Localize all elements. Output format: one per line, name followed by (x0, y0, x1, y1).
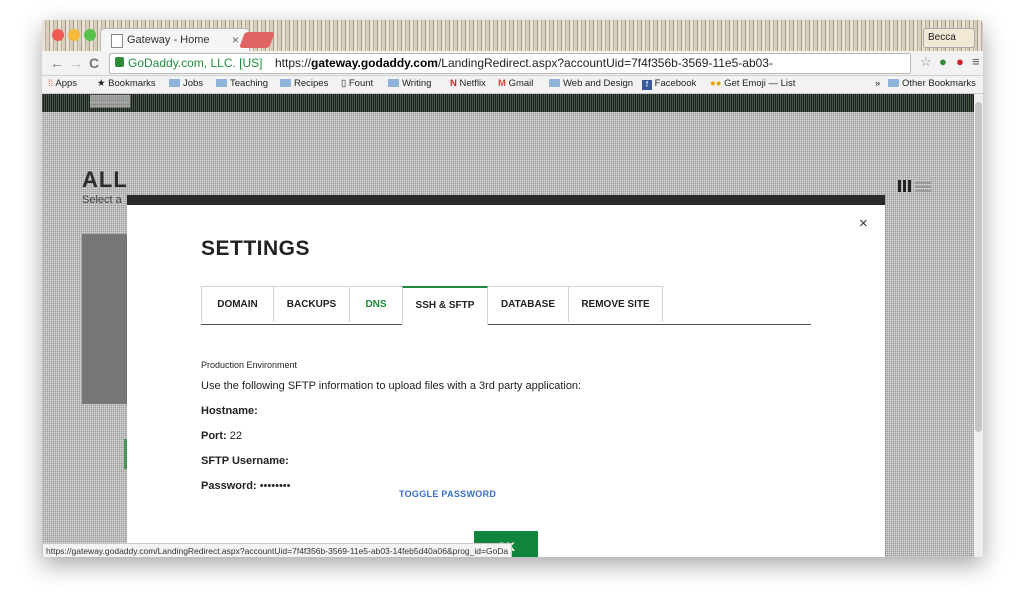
url-prefix: https:// (275, 56, 312, 70)
bookmark-label: Web and Design (563, 78, 634, 89)
browser-tab[interactable]: Gateway - Home × (100, 28, 250, 52)
hostname-label: Hostname: (201, 405, 258, 417)
folder-icon (888, 79, 899, 87)
tab-title: Gateway - Home (127, 34, 210, 46)
bookmark-label: Apps (55, 78, 78, 89)
pin-icon[interactable]: ● (939, 54, 947, 69)
scrollbar-thumb[interactable] (975, 102, 982, 432)
facebook-icon: f (642, 80, 652, 90)
modal-title: SETTINGS (201, 237, 311, 260)
password-row: Password: •••••••• (201, 480, 291, 492)
title-bar: Gateway - Home × Becca (42, 20, 983, 52)
folder-icon (169, 79, 180, 87)
page-icon (111, 34, 123, 48)
folder-icon (280, 79, 291, 87)
bookmark-label: Get Emoji — List (724, 78, 796, 89)
toggle-password-link[interactable]: TOGGLE PASSWORD (399, 489, 496, 499)
close-window-button[interactable] (52, 29, 64, 41)
page-icon: ▯ (341, 78, 347, 89)
scrollbar[interactable] (974, 94, 983, 557)
maximize-window-button[interactable] (84, 29, 96, 41)
bookmark-label: Facebook (654, 78, 697, 89)
username-row: SFTP Username: (201, 455, 289, 467)
folder-icon (388, 79, 399, 87)
secure-label: GoDaddy.com, LLC. [US] (128, 56, 263, 70)
bookmark-other[interactable]: Other Bookmarks (888, 78, 976, 89)
bookmark-bookmarks[interactable]: ★ Bookmarks (97, 78, 156, 89)
bookmark-label: Fount (348, 78, 374, 89)
bookmarks-overflow-button[interactable]: » (875, 78, 880, 89)
bookmarks-bar: ⁞⁞ Apps ★ Bookmarks Jobs Teaching Recipe… (42, 76, 983, 94)
bookmark-teaching[interactable]: Teaching (216, 78, 268, 89)
url-host: gateway.godaddy.com (311, 56, 438, 70)
tab-ssh-sftp[interactable]: SSH & SFTP (402, 286, 488, 325)
reload-button[interactable]: C (89, 55, 99, 71)
settings-modal: × SETTINGS DOMAIN BACKUPS DNS SSH & SFTP… (127, 195, 885, 557)
bookmark-label: Netflix (459, 78, 486, 89)
close-icon[interactable]: × (859, 215, 868, 232)
star-icon: ★ (97, 78, 106, 89)
gmail-icon: M (498, 78, 506, 89)
port-label: Port: (201, 430, 227, 442)
star-icon[interactable]: ☆ (920, 54, 932, 70)
browser-toolbar: ← → C GoDaddy.com, LLC. [US] https://gat… (42, 51, 983, 89)
bookmark-label: Jobs (183, 78, 204, 89)
browser-window: Gateway - Home × Becca ← → C GoDaddy.com… (42, 20, 983, 557)
page-overlay-backdrop: ▓▓▓▓▓ ALL Select a × SETTINGS DOMAIN BAC… (42, 94, 974, 557)
background-subtext: Select a (82, 194, 122, 206)
site-logo: ▓▓▓▓▓ (90, 95, 131, 107)
emoji-icon: ●● (710, 78, 722, 89)
site-header: ▓▓▓▓▓ (42, 94, 974, 112)
bookmark-gmail[interactable]: M Gmail (498, 78, 533, 89)
tab-database[interactable]: DATABASE (487, 286, 569, 322)
bookmark-facebook[interactable]: f Facebook (642, 78, 696, 90)
grid-view-icon (898, 180, 912, 192)
bookmark-jobs[interactable]: Jobs (169, 78, 203, 89)
bookmark-web-and-design[interactable]: Web and Design (549, 78, 633, 89)
profile-button[interactable]: Becca (923, 28, 975, 48)
pinterest-icon[interactable]: ● (956, 54, 964, 69)
tab-remove-site[interactable]: REMOVE SITE (568, 286, 663, 322)
bookmark-label: Gmail (508, 78, 534, 89)
list-view-icon (915, 180, 931, 192)
bookmark-get-emoji[interactable]: ●● Get Emoji — List (710, 78, 795, 89)
port-row: Port: 22 (201, 430, 242, 442)
modal-top-bar (127, 195, 885, 205)
tab-close-icon[interactable]: × (232, 33, 239, 47)
lock-icon (115, 57, 124, 67)
bookmark-label: Writing (402, 78, 432, 89)
tab-backups[interactable]: BACKUPS (273, 286, 350, 322)
folder-icon (549, 79, 560, 87)
background-heading: ALL (82, 167, 128, 192)
tab-dns[interactable]: DNS (349, 286, 403, 322)
environment-label: Production Environment (201, 360, 298, 370)
password-value: •••••••• (259, 480, 291, 492)
forward-button[interactable]: → (69, 55, 83, 71)
menu-icon[interactable]: ≡ (972, 54, 980, 69)
port-value: 22 (229, 430, 242, 442)
bookmark-label: Teaching (230, 78, 269, 89)
bookmark-netflix[interactable]: N Netflix (450, 78, 486, 89)
bookmark-label: Other Bookmarks (902, 78, 976, 89)
sftp-intro-text: Use the following SFTP information to up… (201, 380, 582, 392)
folder-icon (216, 79, 227, 87)
tab-domain[interactable]: DOMAIN (201, 286, 274, 322)
bookmark-label: Recipes (294, 78, 329, 89)
bookmark-label: Bookmarks (108, 78, 156, 89)
new-tab-button[interactable] (239, 32, 275, 48)
status-bar-url: https://gateway.godaddy.com/LandingRedir… (42, 543, 513, 557)
apps-grid-icon: ⁞⁞ (48, 78, 54, 89)
bookmark-apps[interactable]: ⁞⁞ Apps (48, 78, 77, 89)
address-bar[interactable]: GoDaddy.com, LLC. [US] https://gateway.g… (109, 53, 911, 89)
back-button[interactable]: ← (50, 55, 64, 71)
username-label: SFTP Username: (201, 455, 289, 467)
bookmark-fount[interactable]: ▯ Fount (341, 78, 373, 89)
settings-tabs: DOMAIN BACKUPS DNS SSH & SFTP DATABASE R… (201, 286, 811, 325)
minimize-window-button[interactable] (68, 29, 80, 41)
bookmark-writing[interactable]: Writing (388, 78, 431, 89)
password-label: Password: (201, 480, 257, 492)
netflix-icon: N (450, 78, 457, 89)
hostname-row: Hostname: (201, 405, 258, 417)
bookmark-recipes[interactable]: Recipes (280, 78, 328, 89)
